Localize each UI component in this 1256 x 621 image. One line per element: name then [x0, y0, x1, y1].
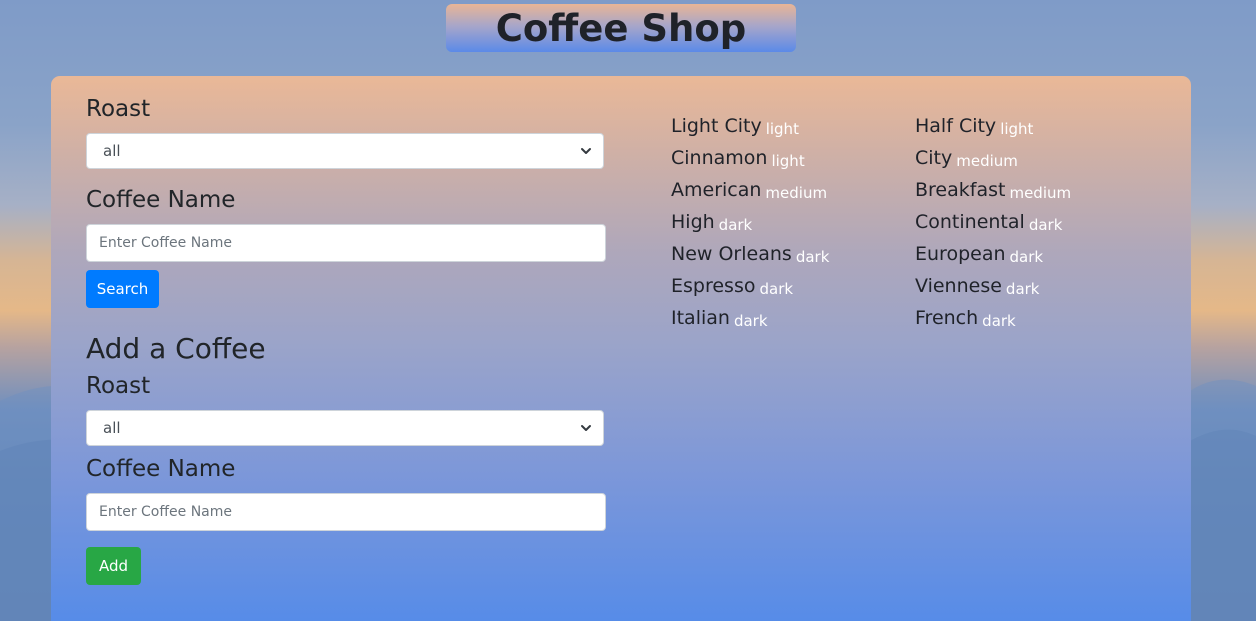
- coffee-item: Espresso dark: [671, 272, 911, 304]
- coffee-item: Cinnamon light: [671, 144, 911, 176]
- coffee-name: City: [915, 147, 953, 169]
- coffee-item: European dark: [915, 240, 1155, 272]
- search-roast-select[interactable]: all: [86, 133, 604, 169]
- coffee-name: Half City: [915, 115, 997, 137]
- chevron-down-icon: [581, 425, 591, 431]
- coffee-roast: light: [771, 152, 805, 170]
- coffee-roast: light: [1000, 120, 1034, 138]
- coffee-list-column-2: Half City light City medium Breakfast medium C…: [915, 112, 1155, 336]
- coffee-roast: dark: [1028, 216, 1063, 234]
- coffee-list-column-1: Light City light Cinnamon light American medi…: [671, 112, 911, 336]
- search-roast-label: Roast: [86, 96, 151, 122]
- add-name-input[interactable]: [86, 493, 606, 531]
- coffee-item: Half City light: [915, 112, 1155, 144]
- coffee-name: High: [671, 211, 715, 233]
- coffee-item: Light City light: [671, 112, 911, 144]
- page-title: Coffee Shop: [495, 6, 747, 50]
- coffee-item: Viennese dark: [915, 272, 1155, 304]
- coffee-roast: dark: [718, 216, 753, 234]
- chevron-down-icon: [581, 148, 591, 154]
- coffee-roast: dark: [982, 312, 1016, 330]
- coffee-name: French: [915, 307, 979, 329]
- coffee-roast: medium: [956, 152, 1018, 170]
- coffee-item: Italian dark: [671, 304, 911, 336]
- coffee-roast: dark: [795, 248, 830, 266]
- add-coffee-heading: Add a Coffee: [86, 332, 266, 365]
- add-roast-select[interactable]: all: [86, 410, 604, 446]
- coffee-item: High dark: [671, 208, 911, 240]
- add-button[interactable]: Add: [86, 547, 141, 585]
- coffee-name: Viennese: [915, 275, 1002, 297]
- coffee-name: European: [915, 243, 1006, 265]
- coffee-name: Cinnamon: [671, 147, 768, 169]
- coffee-roast: dark: [1005, 280, 1040, 298]
- coffee-item: New Orleans dark: [671, 240, 911, 272]
- coffee-name: Light City: [671, 115, 762, 137]
- coffee-item: Continental dark: [915, 208, 1155, 240]
- search-button[interactable]: Search: [86, 270, 159, 308]
- coffee-name: Continental: [915, 211, 1025, 233]
- add-roast-label: Roast: [86, 373, 151, 399]
- coffee-name: Breakfast: [915, 179, 1006, 201]
- coffee-roast: dark: [1009, 248, 1044, 266]
- search-name-label: Coffee Name: [86, 187, 236, 213]
- search-name-input[interactable]: [86, 224, 606, 262]
- coffee-item: French dark: [915, 304, 1155, 336]
- coffee-name: New Orleans: [671, 243, 792, 265]
- coffee-item: American medium: [671, 176, 911, 208]
- coffee-roast: dark: [759, 280, 794, 298]
- coffee-item: Breakfast medium: [915, 176, 1155, 208]
- coffee-name: Italian: [671, 307, 730, 329]
- coffee-roast: dark: [733, 312, 768, 330]
- add-name-label: Coffee Name: [86, 456, 236, 482]
- coffee-roast: medium: [765, 184, 828, 202]
- coffee-item: City medium: [915, 144, 1155, 176]
- add-roast-selected-value: all: [103, 419, 121, 437]
- coffee-name: American: [671, 179, 762, 201]
- coffee-roast: medium: [1009, 184, 1072, 202]
- header-banner: Coffee Shop: [446, 4, 796, 52]
- search-roast-selected-value: all: [103, 142, 121, 160]
- coffee-roast: light: [765, 120, 799, 138]
- coffee-name: Espresso: [671, 275, 756, 297]
- main-card: Roast all Coffee Name Search Add a Coffe…: [51, 76, 1191, 621]
